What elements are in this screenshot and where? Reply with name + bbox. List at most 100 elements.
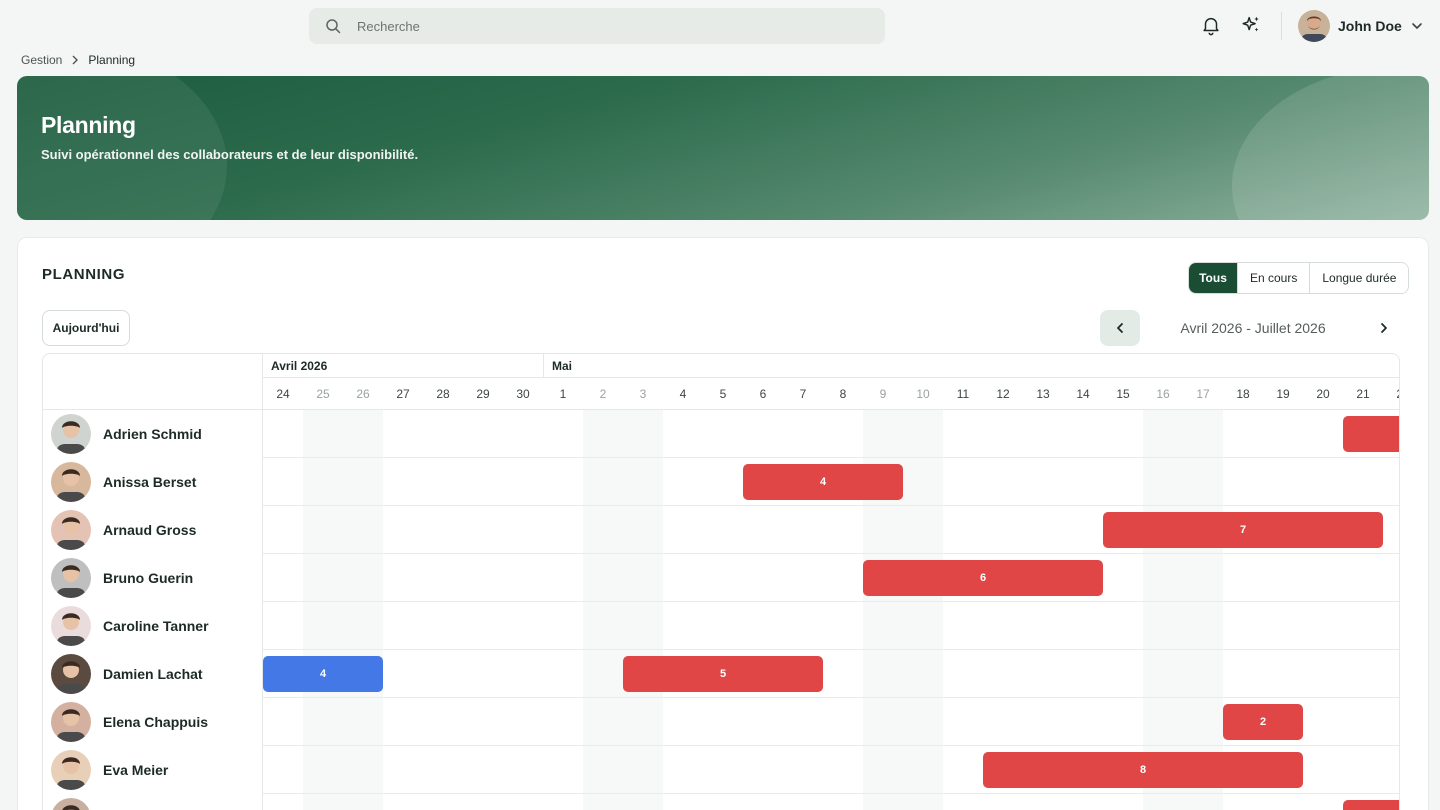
search-bar[interactable]	[309, 8, 885, 44]
collaborator-cell[interactable]: Arnaud Gross	[43, 506, 263, 554]
filter-all-button[interactable]: Tous	[1189, 263, 1237, 293]
planning-row: Caroline Tanner	[43, 602, 1399, 650]
avatar	[51, 462, 91, 502]
planning-row: Adrien Schmid	[43, 410, 1399, 458]
day-label: 17	[1196, 387, 1210, 401]
month-label: Mai	[543, 354, 572, 378]
day-label: 10	[916, 387, 930, 401]
day-label: 12	[996, 387, 1010, 401]
day-label: 4	[679, 387, 687, 401]
absence-bar[interactable]: 7	[1103, 512, 1383, 548]
planning-row: Damien Lachat 4 5	[43, 650, 1399, 698]
search-input[interactable]	[357, 18, 837, 34]
collaborator-name: Arnaud Gross	[103, 522, 197, 538]
planning-grid: Avril 2026 Mai 24 25 26 27 28 29 30 1 2 3 4 5 6 7 8 9 10 1…	[42, 353, 1400, 810]
date-range-label: Avril 2026 - Juillet 2026	[1180, 320, 1326, 336]
day-label: 18	[1236, 387, 1250, 401]
collaborator-cell[interactable]: Anissa Berset	[43, 458, 263, 506]
day-label: 14	[1076, 387, 1090, 401]
day-label: 5	[719, 387, 727, 401]
absence-bar[interactable]: 4	[263, 656, 383, 692]
absence-bar[interactable]: 2	[1223, 704, 1303, 740]
avatar	[51, 750, 91, 790]
month-header: Avril 2026 Mai	[263, 354, 1399, 378]
today-button[interactable]: Aujourd'hui	[42, 310, 130, 346]
filter-long-button[interactable]: Longue durée	[1309, 263, 1409, 293]
page-subtitle: Suivi opérationnel des collaborateurs et…	[41, 147, 419, 162]
collaborator-name: Eva Meier	[103, 762, 169, 778]
day-label: 8	[839, 387, 847, 401]
avatar	[1298, 10, 1330, 42]
absence-bar[interactable]	[1343, 416, 1399, 452]
day-label: 2	[599, 387, 607, 401]
avatar	[51, 510, 91, 550]
avatar	[51, 558, 91, 598]
filter-segmented-control: Tous En cours Longue durée	[1188, 262, 1410, 294]
user-name: John Doe	[1338, 18, 1402, 34]
breadcrumb-current: Planning	[88, 53, 136, 67]
page-banner: Planning Suivi opérationnel des collabor…	[17, 76, 1429, 220]
absence-bar[interactable]: 4	[743, 464, 903, 500]
day-label: 11	[956, 387, 970, 401]
day-label: 1	[559, 387, 567, 401]
collaborator-cell[interactable]: Bruno Guerin	[43, 554, 263, 602]
chevron-left-icon	[1117, 323, 1123, 333]
day-label: 16	[1156, 387, 1170, 401]
day-label: 26	[356, 387, 370, 401]
next-period-button[interactable]	[1370, 310, 1398, 346]
day-label: 15	[1116, 387, 1130, 401]
collaborator-name: Damien Lachat	[103, 666, 203, 682]
card-title: PLANNING	[42, 266, 126, 283]
planning-row: Eva Meier 8	[43, 746, 1399, 794]
avatar	[51, 414, 91, 454]
chevron-down-icon[interactable]	[1410, 19, 1424, 33]
collaborator-cell[interactable]: Caroline Tanner	[43, 602, 263, 650]
day-label: 30	[516, 387, 530, 401]
collaborator-cell[interactable]: Adrien Schmid	[43, 410, 263, 458]
day-label: 24	[276, 387, 290, 401]
day-label: 28	[436, 387, 450, 401]
absence-bar[interactable]	[1343, 800, 1399, 810]
grid-corner	[43, 354, 263, 410]
planning-row: Elena Chappuis 2	[43, 698, 1399, 746]
day-header: 24 25 26 27 28 29 30 1 2 3 4 5 6 7 8 9 10 11 12 13 14 15 16 17 1…	[263, 378, 1399, 410]
chevron-right-icon	[1381, 323, 1387, 333]
planning-row: Bruno Guerin 6	[43, 554, 1399, 602]
day-label: 13	[1036, 387, 1050, 401]
day-label: 6	[759, 387, 767, 401]
chevron-right-icon	[71, 55, 79, 65]
previous-period-button[interactable]	[1100, 310, 1140, 346]
page-title: Planning	[41, 112, 136, 138]
collaborator-cell[interactable]	[43, 794, 263, 810]
avatar	[51, 798, 91, 810]
day-label: 3	[639, 387, 647, 401]
collaborator-name: Adrien Schmid	[103, 426, 202, 442]
collaborator-cell[interactable]: Eva Meier	[43, 746, 263, 794]
collaborator-name: Anissa Berset	[103, 474, 197, 490]
absence-bar[interactable]: 5	[623, 656, 823, 692]
bell-icon[interactable]	[1200, 14, 1222, 36]
day-label: 29	[476, 387, 490, 401]
collaborator-name: Caroline Tanner	[103, 618, 209, 634]
collaborator-cell[interactable]: Damien Lachat	[43, 650, 263, 698]
avatar	[51, 654, 91, 694]
breadcrumb: Gestion Planning	[21, 53, 135, 67]
filter-current-button[interactable]: En cours	[1237, 263, 1310, 293]
breadcrumb-parent[interactable]: Gestion	[21, 53, 62, 67]
day-label: 20	[1316, 387, 1330, 401]
day-label: 27	[396, 387, 410, 401]
planning-row: Arnaud Gross 7	[43, 506, 1399, 554]
collaborator-name: Bruno Guerin	[103, 570, 194, 586]
header-divider	[1281, 12, 1282, 40]
absence-bar[interactable]: 6	[863, 560, 1103, 596]
sparkles-icon[interactable]	[1240, 14, 1262, 36]
day-label: 9	[879, 387, 887, 401]
month-label: Avril 2026	[271, 359, 328, 373]
absence-bar[interactable]: 8	[983, 752, 1303, 788]
day-label: 22	[1383, 378, 1399, 410]
search-icon	[326, 19, 341, 34]
day-label: 7	[799, 387, 807, 401]
user-menu[interactable]: John Doe	[1298, 10, 1424, 42]
collaborator-cell[interactable]: Elena Chappuis	[43, 698, 263, 746]
day-label: 21	[1356, 387, 1370, 401]
